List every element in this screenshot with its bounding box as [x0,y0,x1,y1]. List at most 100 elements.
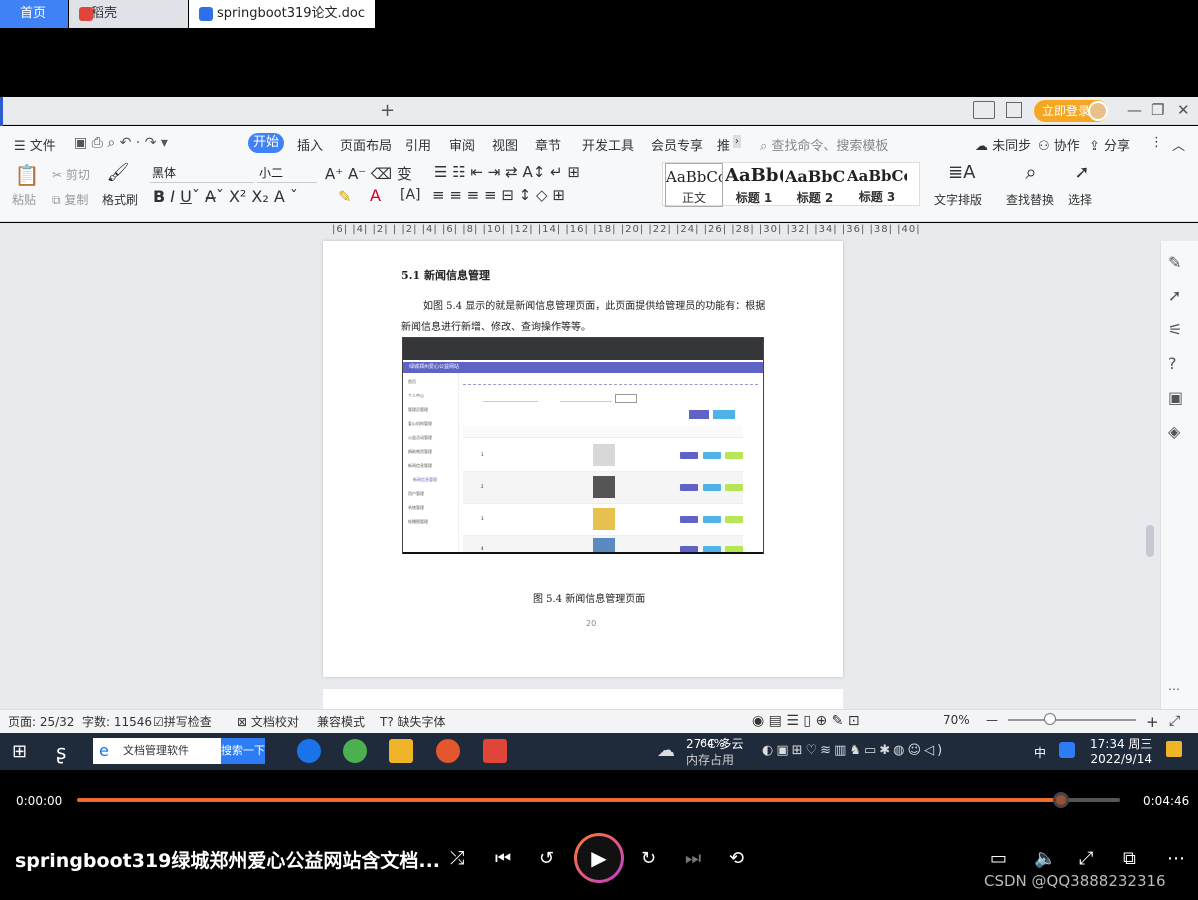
paste-label[interactable]: 粘贴 [12,191,36,208]
menu-review[interactable]: 审阅 [449,135,475,154]
layout-icon[interactable] [973,101,995,119]
settings-slider-icon[interactable]: ⚟ [1168,320,1182,339]
format-painter-icon[interactable]: 🖌 [105,162,131,183]
close-icon[interactable]: ✕ [1177,101,1190,119]
style-heading3[interactable]: AaBbCcl 标题 3 [847,163,907,207]
zoom-in-icon[interactable]: + [1146,713,1159,731]
notification-icon[interactable] [1166,741,1182,757]
collab-button[interactable]: ⚇ 协作 [1038,135,1080,154]
minimize-icon[interactable]: — [1127,101,1142,119]
text-layout-icon[interactable]: ≣A [948,162,975,183]
image-tool-icon[interactable]: ▣ [1168,388,1183,407]
format-painter-label[interactable]: 格式刷 [102,191,138,208]
menu-page-layout[interactable]: 页面布局 [340,135,392,154]
compat-mode[interactable]: 兼容模式 [317,713,365,730]
previous-icon[interactable]: ⏮ [495,848,511,869]
font-name-select[interactable]: 黑体 [150,163,254,183]
shuffle-icon[interactable]: ⤮ [450,848,464,869]
pointer-icon[interactable]: ➚ [1168,286,1181,305]
quick-access-icons[interactable]: ▣ ⎙ ⌕ ↶ · ↷ ▾ [74,135,168,151]
menu-dev-tools[interactable]: 开发工具 [582,135,634,154]
edit-pen-icon[interactable]: ✎ [1168,253,1181,272]
menu-chapter[interactable]: 章节 [535,135,561,154]
spellcheck-button[interactable]: ☑拼写检查 [153,713,212,730]
new-tab-icon[interactable]: + [380,100,395,121]
wps-app-icon[interactable] [483,739,507,763]
subtitles-icon[interactable]: ▭ [990,848,1007,869]
tray-icons[interactable]: ◐▣⊞♡≋▥♞▭✱◍☺◁) [762,743,945,758]
char-border-icon[interactable]: [A] [400,187,421,203]
style-heading2[interactable]: AaBbC 标题 2 [785,163,845,207]
recorder-app-icon[interactable] [436,739,460,763]
menu-insert[interactable]: 插入 [297,135,323,154]
font-size-select[interactable]: 小二 [257,163,317,183]
zoom-level[interactable]: 70% [943,713,970,727]
sync-status[interactable]: ☁ 未同步 [975,135,1031,154]
word-count[interactable]: 字数: 11546 [82,713,152,730]
zoom-out-icon[interactable]: — [986,713,998,727]
cut-button[interactable]: ✂ 剪切 [52,166,90,183]
tab-document[interactable]: springboot319论文.doc [189,0,375,28]
ie-browser-icon[interactable] [297,739,321,763]
menu-view[interactable]: 视图 [492,135,518,154]
proofread-button[interactable]: ⊠ 文档校对 [237,713,299,730]
help-icon[interactable]: ? [1168,354,1177,373]
menu-member[interactable]: 会员专享 [651,135,703,154]
menu-more-icon[interactable]: › [733,135,741,148]
select-icon[interactable]: ➚ [1072,162,1092,183]
tab-daoke[interactable]: 稻壳 [69,0,188,28]
find-replace-label[interactable]: 查找替换 [1006,191,1054,208]
list-icons[interactable]: ☰ ☷ ⇤ ⇥ ⇄ A↕ ↵ ⊞ [434,163,580,181]
font-color-icon[interactable]: A [370,186,381,205]
align-icons[interactable]: ≡ ≡ ≡ ≡ ⊟ ↕ ◇ ⊞ [432,186,565,204]
play-button[interactable]: ▶ [574,833,624,883]
font-adjust-icons[interactable]: A⁺ A⁻ ⌫ 变 [325,163,412,184]
style-heading1[interactable]: AaBb(标题 1 [725,163,783,207]
tab-home[interactable]: 首页 [0,0,68,28]
app-logo-icon[interactable]: ʂ [56,740,66,764]
copy-button[interactable]: ⧉ 复制 [52,191,88,208]
next-icon[interactable]: ⏭ [685,848,701,869]
rewind-10-icon[interactable]: ↺ [539,848,554,869]
find-replace-icon[interactable]: ⌕ [1018,160,1044,184]
menu-recommend[interactable]: 推 [717,135,730,154]
paste-icon[interactable]: 📋 [12,163,42,187]
fullscreen-player-icon[interactable]: ⤢ [1079,848,1093,869]
view-mode-icons[interactable]: ◉ ▤ ☰ ▯ ⊕ ✎ ⊡ [752,713,860,729]
select-label[interactable]: 选择 [1068,191,1092,208]
forward-30-icon[interactable]: ↻ [641,848,656,869]
zoom-slider[interactable] [1008,719,1136,721]
page-count[interactable]: 页面: 25/32 [8,713,74,730]
progress-knob[interactable] [1052,792,1069,808]
collapse-ribbon-icon[interactable]: ︿ [1172,135,1185,154]
text-format-icons[interactable]: B I Uˇ A̶ˇ X² X₂ A ˇ [153,187,298,206]
menu-start[interactable]: 开始 [248,133,284,153]
map-pin-icon[interactable]: ◈ [1168,422,1180,441]
taskbar-search-button[interactable]: 搜索一下 [221,738,265,764]
vertical-scrollbar[interactable] [1143,241,1157,709]
more-options-icon[interactable]: ⋯ [1168,682,1180,696]
text-layout-label[interactable]: 文字排版 [934,191,982,208]
menu-references[interactable]: 引用 [405,135,431,154]
volume-icon[interactable]: 🔈 [1034,848,1056,869]
highlight-icon[interactable]: ✎ [338,187,351,206]
more-icon[interactable]: ⋮ [1150,135,1163,150]
scrollbar-thumb[interactable] [1146,525,1154,557]
player-more-icon[interactable]: ⋯ [1167,848,1185,869]
menu-file[interactable]: ☰ 文件 [14,135,56,154]
grid-icon[interactable] [1006,102,1022,118]
windows-start-icon[interactable]: ⊞ [12,741,27,762]
restore-icon[interactable]: ❐ [1151,101,1164,119]
share-button[interactable]: ⇪ 分享 [1089,135,1130,154]
file-explorer-icon[interactable] [389,739,413,763]
fullscreen-icon[interactable]: ⤢ [1169,713,1180,729]
zoom-slider-knob[interactable] [1044,713,1056,725]
repeat-icon[interactable]: ⟲ [729,848,744,869]
command-search[interactable]: ⌕ 查找命令、搜索模板 [760,135,888,154]
avatar[interactable] [1088,101,1108,121]
style-normal[interactable]: AaBbCcI 正文 [665,163,723,207]
missing-font-button[interactable]: T? 缺失字体 [380,713,446,730]
mini-player-icon[interactable]: ⧉ [1123,848,1136,869]
clock[interactable]: 17:34 周三 2022/9/14 [1090,737,1152,767]
document-next-page[interactable] [323,689,843,709]
